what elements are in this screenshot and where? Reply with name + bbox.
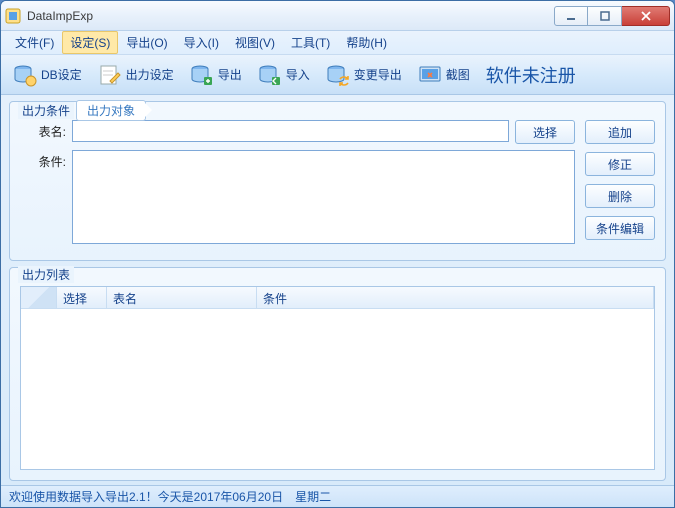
list-corner[interactable] — [21, 287, 57, 308]
list-body[interactable] — [21, 309, 654, 469]
toolbar-label: 变更导出 — [354, 66, 402, 83]
minimize-button[interactable] — [554, 6, 588, 26]
toolbar-db-settings[interactable]: DB设定 — [7, 60, 88, 90]
menu-file[interactable]: 文件(F) — [7, 31, 62, 54]
toolbar-label: 导入 — [286, 66, 310, 83]
toolbar-label: 导出 — [218, 66, 242, 83]
window-title: DataImpExp — [27, 9, 93, 23]
condition-edit-button[interactable]: 条件编辑 — [585, 216, 655, 240]
sheet-pencil-icon — [98, 63, 122, 87]
menu-help[interactable]: 帮助(H) — [338, 31, 395, 54]
output-condition-group: 出力条件 出力对象 表名: 选择 条件: 追加 修 — [9, 101, 666, 261]
screenshot-icon — [418, 63, 442, 87]
toolbar-label: DB设定 — [41, 66, 82, 83]
unregistered-label: 软件未注册 — [486, 62, 576, 88]
menu-tools[interactable]: 工具(T) — [283, 31, 338, 54]
col-condition[interactable]: 条件 — [257, 287, 654, 308]
menu-import[interactable]: 导入(I) — [176, 31, 227, 54]
maximize-button[interactable] — [588, 6, 622, 26]
titlebar[interactable]: DataImpExp — [1, 1, 674, 31]
toolbar-import[interactable]: 导入 — [252, 60, 316, 90]
menu-view[interactable]: 视图(V) — [227, 31, 283, 54]
col-select[interactable]: 选择 — [57, 287, 107, 308]
delete-button[interactable]: 删除 — [585, 184, 655, 208]
close-button[interactable] — [622, 6, 670, 26]
output-list-group: 出力列表 选择 表名 条件 — [9, 267, 666, 481]
edit-button[interactable]: 修正 — [585, 152, 655, 176]
group-title: 出力条件 — [18, 102, 74, 119]
output-target-tab[interactable]: 出力对象 — [76, 100, 146, 121]
app-icon — [5, 8, 21, 24]
menu-export[interactable]: 导出(O) — [118, 31, 175, 54]
database-export-icon — [190, 63, 214, 87]
table-name-label: 表名: — [20, 120, 66, 140]
table-name-input[interactable] — [72, 120, 509, 142]
add-button[interactable]: 追加 — [585, 120, 655, 144]
list-header: 选择 表名 条件 — [21, 287, 654, 309]
menu-settings[interactable]: 设定(S) — [62, 31, 118, 54]
window-buttons — [554, 6, 670, 26]
statusbar: 欢迎使用数据导入导出2.1！今天是2017年06月20日 星期二 — [1, 485, 674, 507]
toolbar-label: 截图 — [446, 66, 470, 83]
select-button[interactable]: 选择 — [515, 120, 575, 144]
database-gear-icon — [13, 63, 37, 87]
side-buttons: 追加 修正 删除 条件编辑 — [585, 120, 655, 250]
toolbar-change-export[interactable]: 变更导出 — [320, 60, 408, 90]
output-list: 选择 表名 条件 — [20, 286, 655, 470]
toolbar: DB设定 出力设定 导出 导入 变更导出 截图 软件未注册 — [1, 55, 674, 95]
condition-label: 条件: — [20, 150, 66, 170]
menubar: 文件(F) 设定(S) 导出(O) 导入(I) 视图(V) 工具(T) 帮助(H… — [1, 31, 674, 55]
toolbar-screenshot[interactable]: 截图 — [412, 60, 476, 90]
app-window: DataImpExp 文件(F) 设定(S) 导出(O) 导入(I) 视图(V)… — [0, 0, 675, 508]
status-text: 欢迎使用数据导入导出2.1！今天是2017年06月20日 星期二 — [9, 488, 331, 505]
col-table[interactable]: 表名 — [107, 287, 257, 308]
toolbar-output-settings[interactable]: 出力设定 — [92, 60, 180, 90]
condition-textarea[interactable] — [72, 150, 575, 244]
database-import-icon — [258, 63, 282, 87]
content-area: 出力条件 出力对象 表名: 选择 条件: 追加 修 — [1, 95, 674, 485]
toolbar-export[interactable]: 导出 — [184, 60, 248, 90]
group-title: 出力列表 — [18, 266, 74, 283]
database-change-icon — [326, 63, 350, 87]
toolbar-label: 出力设定 — [126, 66, 174, 83]
